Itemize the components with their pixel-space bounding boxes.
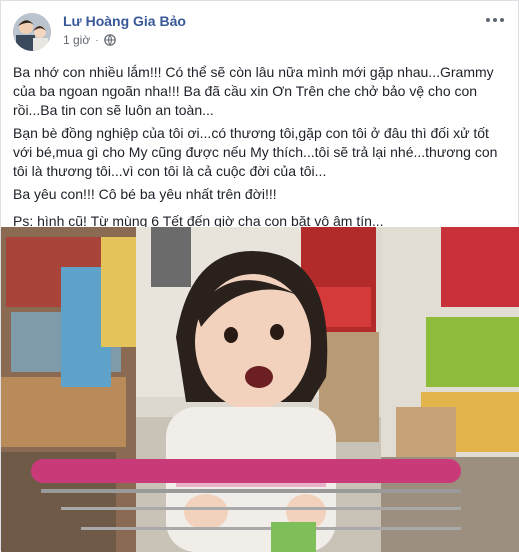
author-name[interactable]: Lư Hoàng Gia Bảo bbox=[63, 13, 186, 29]
post-paragraph: Ba nhớ con nhiều lắm!!! Có thể sẽ còn lâ… bbox=[13, 64, 494, 118]
post-timestamp[interactable]: 1 giờ bbox=[63, 33, 90, 47]
facebook-post: Lư Hoàng Gia Bảo 1 giờ · Ba nhớ con nhiề… bbox=[0, 0, 519, 552]
post-meta: 1 giờ · bbox=[63, 33, 116, 47]
post-paragraph: Bạn bè đồng nghiệp của tôi ơi...có thươn… bbox=[13, 125, 498, 179]
post-text: Ba nhớ con nhiều lắm!!! Có thể sẽ còn lâ… bbox=[13, 63, 507, 235]
post-photo[interactable] bbox=[1, 227, 519, 552]
meta-separator: · bbox=[95, 34, 99, 46]
profile-avatar-image bbox=[13, 13, 51, 51]
more-options-icon[interactable] bbox=[483, 11, 507, 29]
avatar[interactable] bbox=[13, 13, 51, 51]
post-paragraph: Ba yêu con!!! Cô bé ba yêu nhất trên đời… bbox=[13, 186, 277, 202]
globe-icon[interactable] bbox=[103, 34, 116, 46]
photo-scene bbox=[1, 227, 519, 552]
post-header: Lư Hoàng Gia Bảo 1 giờ · bbox=[11, 9, 511, 55]
